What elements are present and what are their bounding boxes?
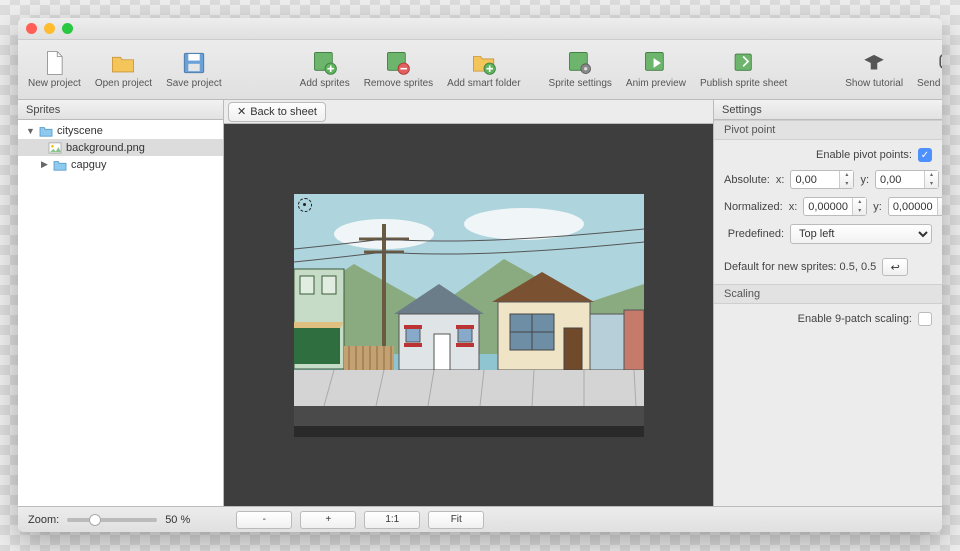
main-panel: ✕ Back to sheet (224, 100, 713, 506)
toolbar: New project Open project Save project Ad… (18, 40, 942, 100)
close-icon[interactable] (26, 23, 37, 34)
new-project-button[interactable]: New project (28, 50, 81, 89)
tree-node-cityscene[interactable]: ▼ cityscene (18, 122, 223, 139)
close-x-icon: ✕ (237, 105, 246, 118)
absolute-y-field[interactable]: ▴▾ (875, 170, 939, 189)
absolute-x-field[interactable]: ▴▾ (790, 170, 854, 189)
disclosure-icon[interactable]: ▼ (26, 126, 35, 136)
add-smart-folder-button[interactable]: Add smart folder (447, 50, 520, 89)
zoom-label: Zoom: (28, 514, 59, 526)
zoom-slider[interactable] (67, 518, 157, 522)
app-window: New project Open project Save project Ad… (18, 18, 942, 532)
enable-9patch-label: Enable 9-patch scaling: (724, 313, 912, 325)
titlebar (18, 18, 942, 40)
scaling-section-header: Scaling (714, 284, 942, 304)
anim-preview-button[interactable]: Anim preview (626, 50, 686, 89)
predefined-label: Predefined: (724, 228, 784, 240)
enable-9patch-checkbox[interactable] (918, 312, 932, 326)
sprites-tree[interactable]: ▼ cityscene background.png ▶ capguy (18, 120, 223, 506)
disclosure-icon[interactable]: ▶ (40, 159, 49, 170)
canvas[interactable] (224, 124, 713, 506)
enable-pivot-label: Enable pivot points: (724, 149, 912, 161)
normalized-label: Normalized: (724, 201, 783, 213)
normalized-y-field[interactable]: ▴▾ (888, 197, 942, 216)
zoom-fit-button[interactable]: Fit (428, 511, 484, 529)
send-feedback-button[interactable]: Send feedback (917, 50, 942, 89)
save-project-button[interactable]: Save project (166, 50, 222, 89)
remove-sprites-button[interactable]: Remove sprites (364, 50, 433, 89)
add-sprites-button[interactable]: Add sprites (300, 50, 350, 89)
sprite-preview[interactable] (294, 194, 644, 437)
zoom-in-button[interactable]: + (300, 511, 356, 529)
minimize-icon[interactable] (44, 23, 55, 34)
enable-pivot-checkbox[interactable]: ✓ (918, 148, 932, 162)
tree-node-capguy[interactable]: ▶ capguy (18, 156, 223, 173)
normalized-x-field[interactable]: ▴▾ (803, 197, 867, 216)
bottom-bar: Zoom: 50 % - + 1:1 Fit (18, 506, 942, 532)
absolute-label: Absolute: (724, 174, 770, 186)
publish-sprite-sheet-button[interactable]: Publish sprite sheet (700, 50, 787, 89)
sprites-sidebar: Sprites ▼ cityscene background.png ▶ cap… (18, 100, 224, 506)
maximize-icon[interactable] (62, 23, 73, 34)
settings-header: Settings (714, 100, 942, 120)
pivot-handle[interactable] (298, 198, 312, 212)
predefined-select[interactable]: Top left (790, 224, 932, 244)
folder-icon (39, 125, 53, 137)
folder-icon (53, 159, 67, 171)
back-to-sheet-button[interactable]: ✕ Back to sheet (228, 102, 326, 122)
settings-panel: Settings Pivot point Enable pivot points… (713, 100, 942, 506)
zoom-one-button[interactable]: 1:1 (364, 511, 420, 529)
reset-default-button[interactable]: ↩ (882, 258, 908, 276)
open-project-button[interactable]: Open project (95, 50, 152, 89)
sprites-header: Sprites (18, 100, 223, 120)
show-tutorial-button[interactable]: Show tutorial (845, 50, 903, 89)
zoom-out-button[interactable]: - (236, 511, 292, 529)
tree-node-background[interactable]: background.png (18, 139, 223, 156)
image-icon (48, 142, 62, 154)
pivot-section-header: Pivot point (714, 120, 942, 140)
default-pivot-label: Default for new sprites: 0.5, 0.5 (724, 261, 876, 273)
sprite-settings-button[interactable]: Sprite settings (549, 50, 612, 89)
zoom-value: 50 % (165, 514, 190, 526)
